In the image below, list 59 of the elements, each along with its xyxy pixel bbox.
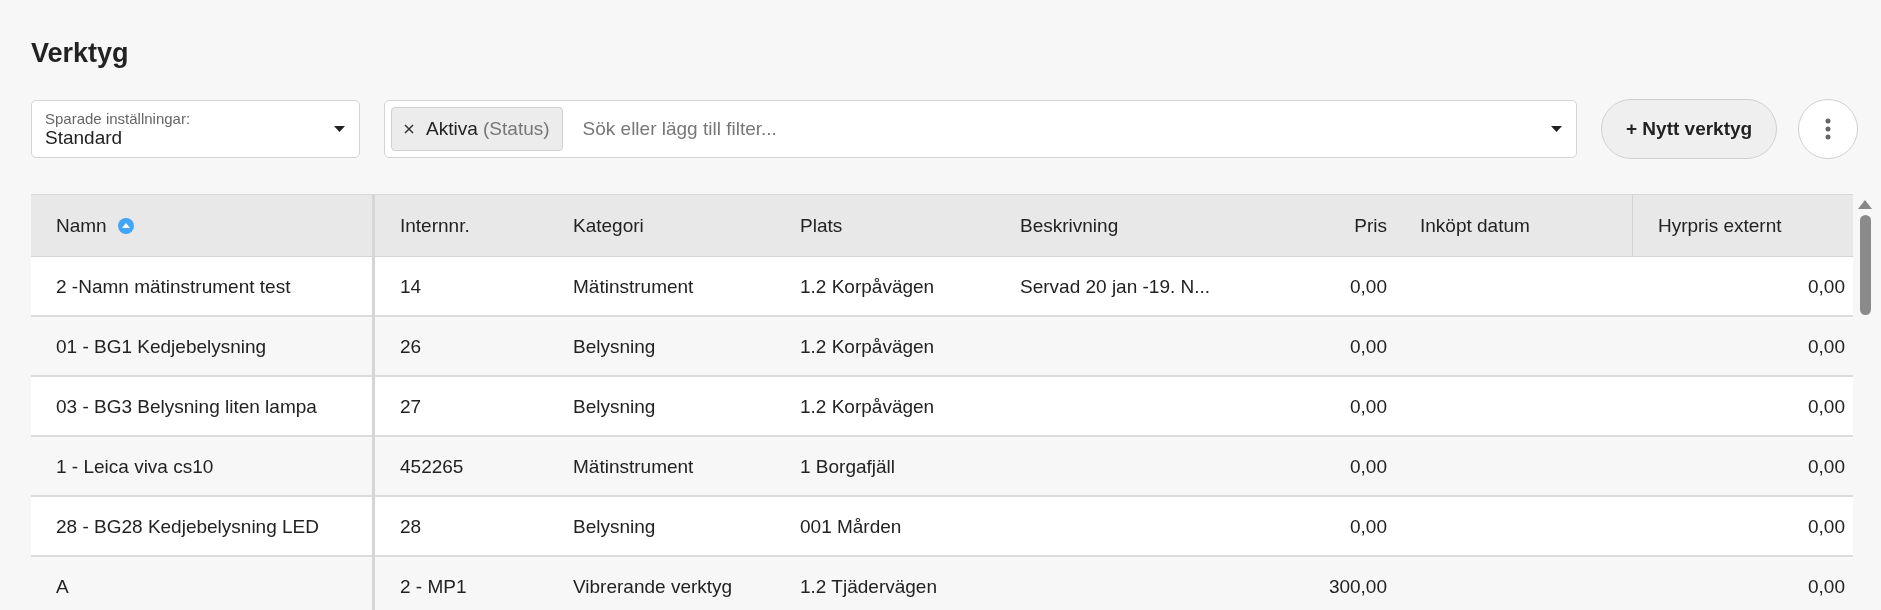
table-cell: 03 - BG3 Belysning liten lampa	[56, 396, 317, 418]
table-cell: Vibrerande verktyg	[573, 576, 733, 598]
table-cell: 0,00	[1350, 516, 1387, 538]
column-header[interactable]: Inköpt datum	[1420, 215, 1530, 237]
table-cell: 1.2 Korpåvägen	[800, 276, 935, 298]
page-title: Verktyg	[31, 37, 130, 70]
table-cell: 2 -Namn mätinstrument test	[56, 276, 291, 298]
column-header[interactable]: Beskrivning	[1020, 215, 1119, 237]
column-header[interactable]: Plats	[800, 215, 843, 237]
close-icon[interactable]	[404, 124, 414, 134]
table-cell: 0,00	[1808, 516, 1845, 538]
table-cell: 28	[400, 516, 422, 538]
filter-chip[interactable]: Aktiva (Status)	[391, 107, 563, 151]
table-cell: 0,00	[1808, 336, 1845, 358]
table-cell: 0,00	[1350, 456, 1387, 478]
filter-field[interactable]: Aktiva (Status) Sök eller lägg till filter...	[384, 100, 1577, 158]
sort-icon[interactable]	[116, 217, 135, 235]
table-cell: 0,00	[1350, 396, 1387, 418]
column-header[interactable]: Pris	[1354, 215, 1387, 237]
table-cell: Mätinstrument	[573, 456, 694, 478]
table-cell: 0,00	[1808, 456, 1845, 478]
table-cell: 14	[400, 276, 422, 298]
table-cell: 1 - Leica viva cs10	[56, 456, 214, 478]
table-cell: Belysning	[573, 516, 656, 538]
table-cell: 452265	[400, 456, 464, 478]
table-cell: 27	[400, 396, 422, 418]
table-cell: Belysning	[573, 336, 656, 358]
caret-icon	[1551, 126, 1562, 132]
table-cell: 1 Borgafjäll	[800, 456, 896, 478]
table-cell: 0,00	[1808, 276, 1845, 298]
table-cell: Mätinstrument	[573, 276, 694, 298]
table-cell: 0,00	[1350, 336, 1387, 358]
scroll-up-icon[interactable]	[1858, 200, 1872, 209]
caret-icon	[334, 126, 345, 132]
table-cell: 01 - BG1 Kedjebelysning	[56, 336, 267, 358]
dropdown-label: Sparade inställningar:	[45, 109, 192, 127]
dropdown-value: Standard	[45, 126, 123, 149]
table-cell: A	[56, 576, 69, 598]
column-header[interactable]: Namn	[56, 215, 107, 237]
table-cell: 1.2 Tjädervägen	[800, 576, 937, 598]
table-cell: 1.2 Korpåvägen	[800, 336, 935, 358]
more-icon	[1825, 118, 1832, 140]
table-cell: 0,00	[1808, 576, 1845, 598]
column-header[interactable]: Kategori	[573, 215, 644, 237]
table-cell: 300,00	[1328, 576, 1387, 598]
column-header[interactable]: Internnr.	[400, 215, 470, 237]
table-cell: 1.2 Korpåvägen	[800, 396, 935, 418]
table-cell: 0,00	[1350, 276, 1387, 298]
new-tool-button[interactable]: + Nytt verktyg	[1601, 99, 1778, 159]
column-header[interactable]: Hyrpris externt	[1658, 215, 1782, 237]
table-cell: Belysning	[573, 396, 656, 418]
table-cell: Servad 20 jan -19. N...	[1020, 276, 1211, 298]
table-cell: 2 - MP1	[400, 576, 467, 598]
scrollbar-thumb[interactable]	[1859, 215, 1871, 315]
table-cell: 26	[400, 336, 422, 358]
table-cell: 001 Mården	[800, 516, 902, 538]
table-cell: 0,00	[1808, 396, 1845, 418]
saved-settings-dropdown[interactable]: Sparade inställningar: Standard	[31, 100, 360, 158]
table-cell: 28 - BG28 Kedjebelysning LED	[56, 516, 319, 538]
